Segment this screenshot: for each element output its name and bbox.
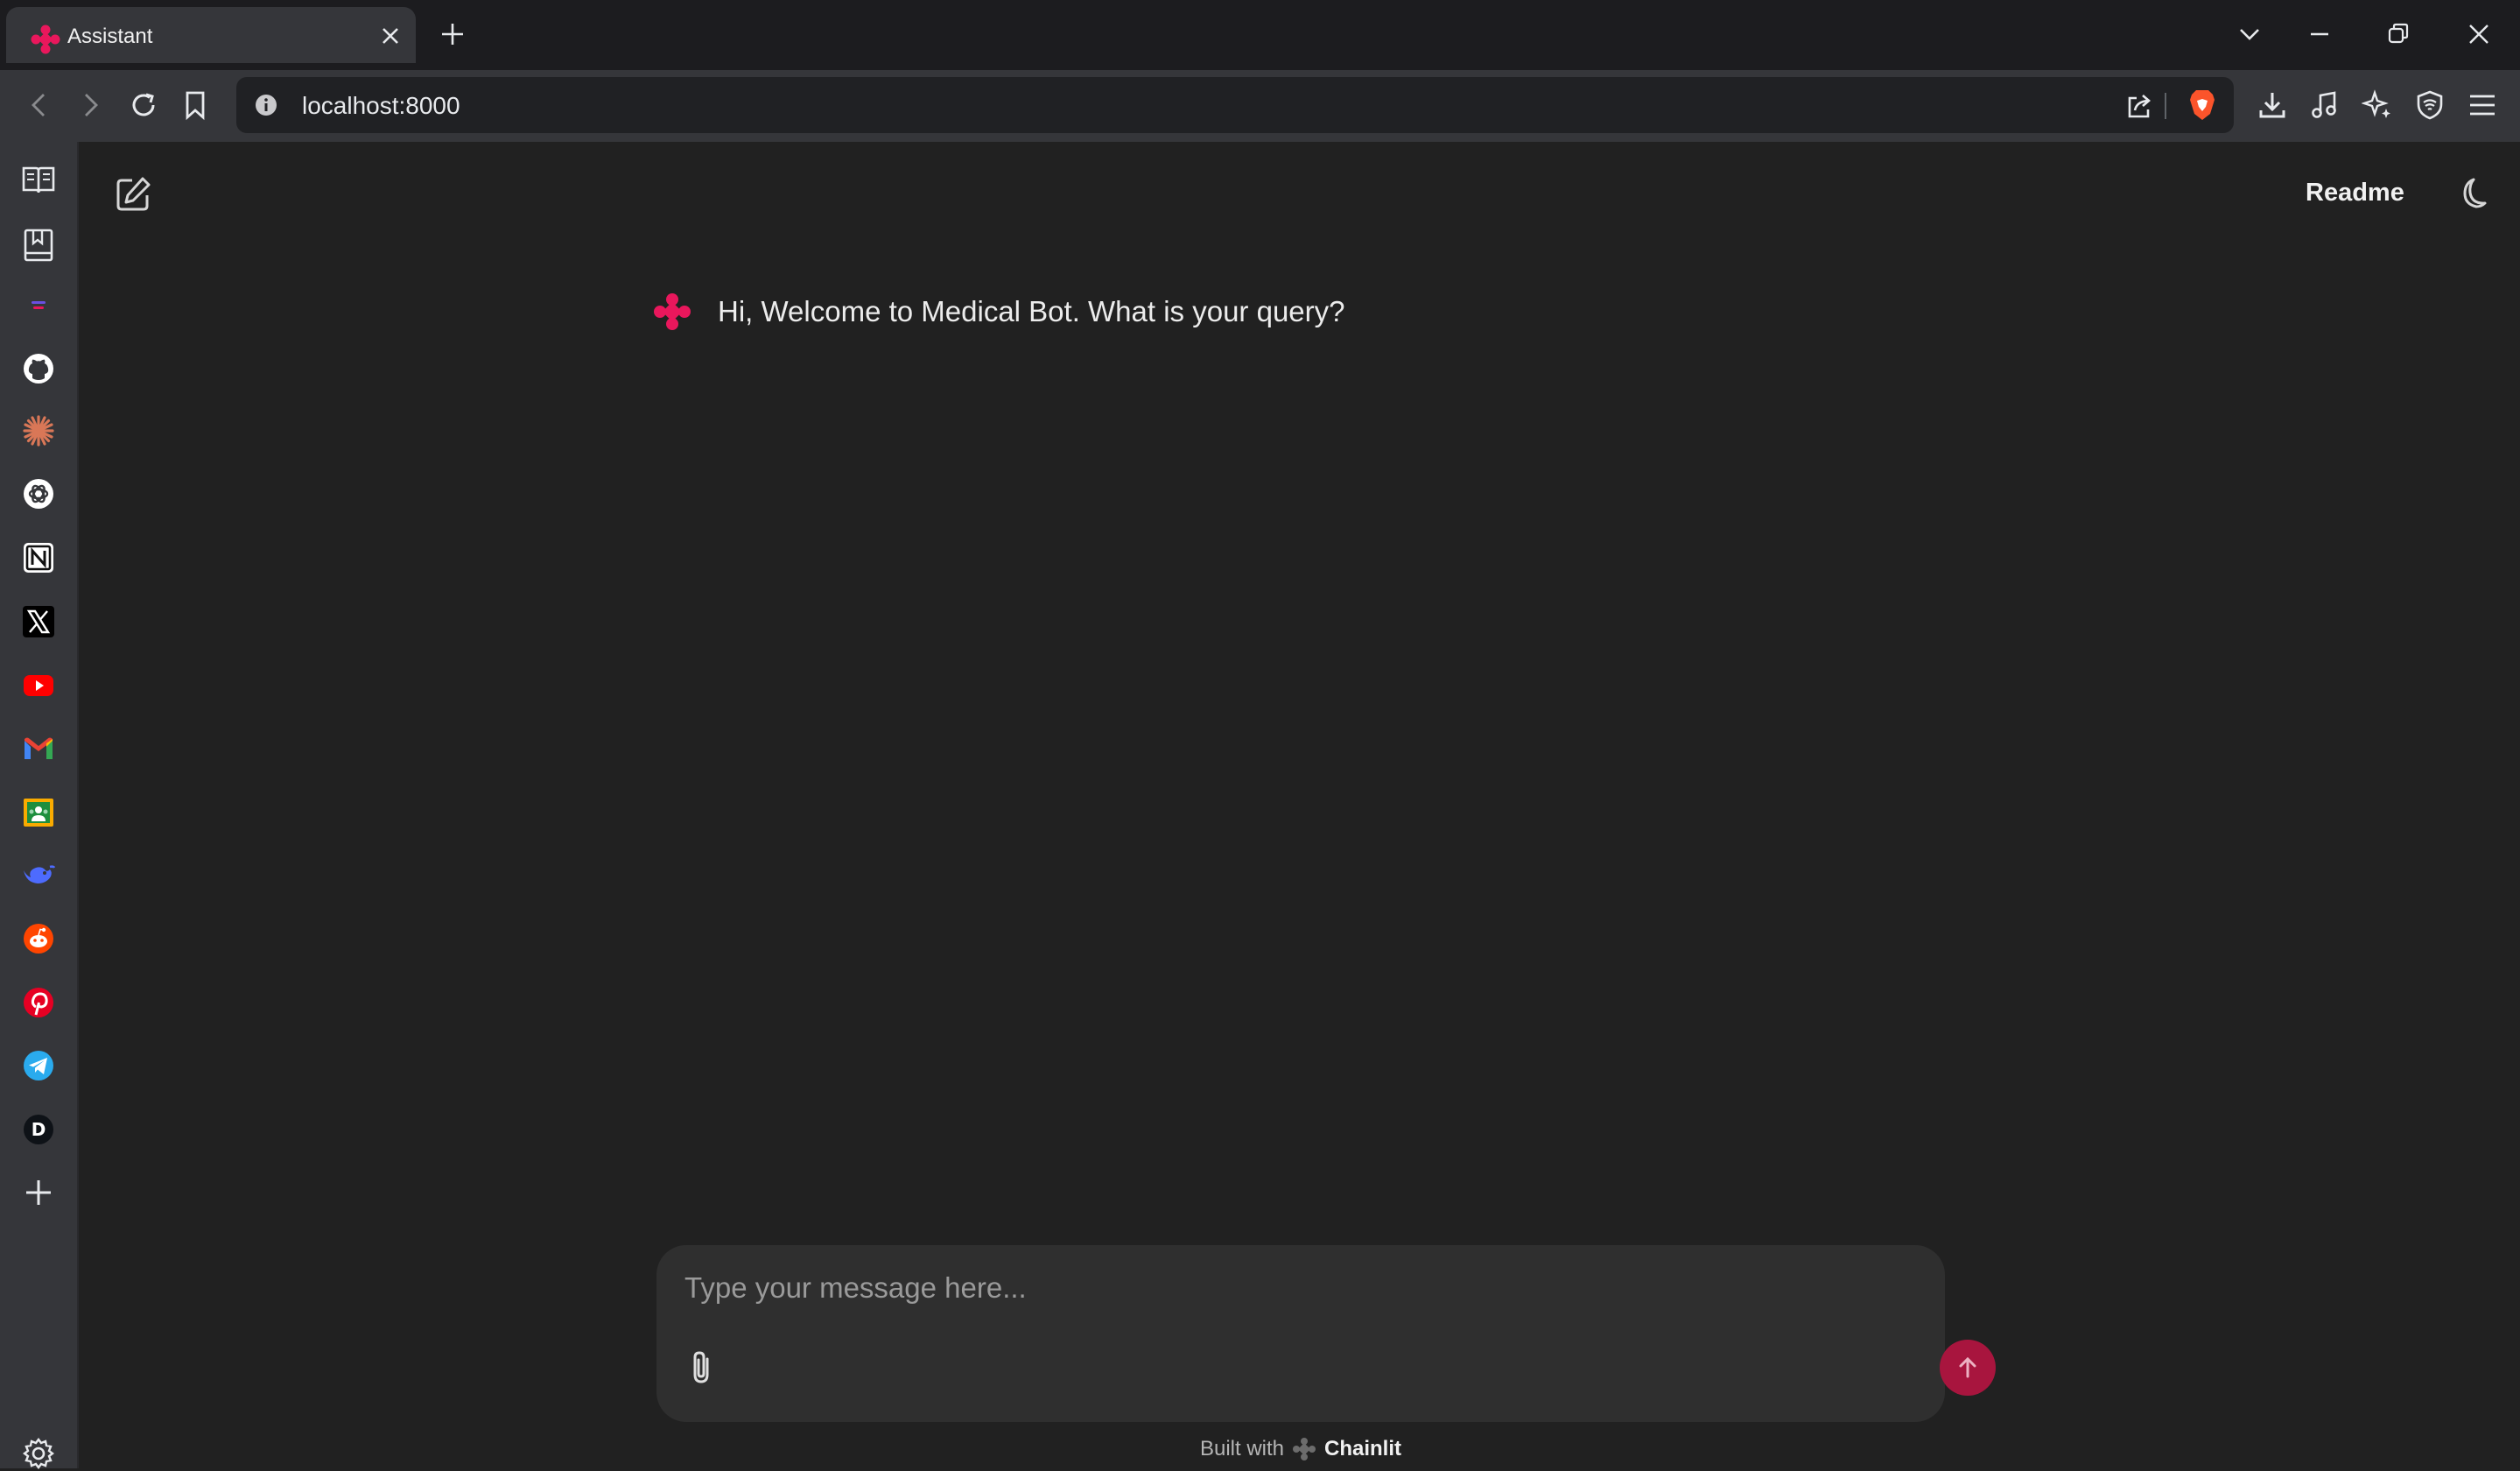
- vpn-shield-icon[interactable]: [2414, 89, 2446, 121]
- brave-shields-icon[interactable]: [2187, 88, 2218, 123]
- notion-icon[interactable]: [21, 540, 56, 575]
- dailydev-icon[interactable]: D: [21, 1112, 56, 1147]
- message-input[interactable]: [684, 1266, 1910, 1310]
- built-with-footer: Built with Chainlit: [656, 1436, 1945, 1462]
- google-classroom-icon[interactable]: [21, 795, 56, 830]
- tab-search-chevron-icon[interactable]: [2237, 21, 2262, 47]
- attach-file-icon[interactable]: [684, 1348, 719, 1387]
- gmail-icon[interactable]: [21, 731, 56, 766]
- claude-icon[interactable]: [21, 413, 56, 448]
- menu-icon[interactable]: [2467, 89, 2498, 121]
- arrow-up-icon: [1959, 1356, 1976, 1378]
- leo-ai-icon[interactable]: [2362, 89, 2393, 121]
- new-chat-icon[interactable]: [114, 175, 152, 214]
- telegram-icon[interactable]: [21, 1048, 56, 1083]
- x-icon[interactable]: [21, 604, 56, 639]
- back-icon[interactable]: [26, 89, 53, 121]
- browser-sidebar: D: [0, 142, 79, 1471]
- message-composer: [656, 1245, 1996, 1422]
- bookmark-icon[interactable]: [182, 89, 208, 121]
- github-icon[interactable]: [21, 351, 56, 386]
- restore-icon[interactable]: [2386, 21, 2411, 47]
- send-button[interactable]: [1940, 1340, 1996, 1396]
- moon-icon[interactable]: [2453, 175, 2489, 212]
- built-with-text: Built with: [1199, 1437, 1285, 1460]
- chainlit-logo-icon: [1291, 1436, 1317, 1462]
- reading-list-icon[interactable]: [21, 165, 56, 196]
- leo-icon[interactable]: [21, 298, 56, 315]
- close-window-icon[interactable]: [2467, 21, 2491, 47]
- browser-toolbar: localhost:8000: [0, 70, 2520, 142]
- new-tab-icon[interactable]: [439, 21, 466, 47]
- address-bar-separator: [2165, 93, 2166, 119]
- youtube-icon[interactable]: [21, 667, 56, 702]
- browser-tab[interactable]: Assistant: [6, 7, 416, 63]
- bookmarks-icon[interactable]: [21, 228, 56, 263]
- media-playlist-icon[interactable]: [2309, 89, 2341, 121]
- url-text: localhost:8000: [302, 92, 460, 119]
- minimize-icon[interactable]: [2307, 21, 2332, 47]
- chainlit-brand-link[interactable]: Chainlit: [1324, 1437, 1401, 1461]
- share-icon[interactable]: [2124, 91, 2154, 121]
- svg-text:D: D: [32, 1119, 46, 1140]
- close-tab-icon[interactable]: [381, 26, 400, 46]
- reload-icon[interactable]: [128, 89, 159, 121]
- readme-button[interactable]: Readme: [2306, 179, 2404, 208]
- chatgpt-icon[interactable]: [21, 476, 56, 511]
- downloads-icon[interactable]: [2257, 89, 2288, 121]
- assistant-avatar-icon: [653, 292, 691, 331]
- assistant-message: Hi, Welcome to Medical Bot. What is your…: [718, 295, 1345, 327]
- reddit-icon[interactable]: [21, 921, 56, 956]
- deepseek-icon[interactable]: [21, 858, 56, 893]
- address-bar[interactable]: localhost:8000: [236, 77, 2234, 133]
- browser-tab-strip: Assistant: [0, 0, 2520, 70]
- site-info-icon[interactable]: [254, 93, 278, 117]
- tab-title: Assistant: [67, 25, 153, 48]
- add-icon[interactable]: [21, 1175, 56, 1210]
- chainlit-favicon-icon: [31, 25, 60, 54]
- forward-icon[interactable]: [77, 89, 103, 121]
- chat-app: Readme Hi, Welcome to Medical Bot. What …: [81, 142, 2520, 1468]
- pinterest-icon[interactable]: [21, 985, 56, 1020]
- settings-icon[interactable]: [21, 1436, 56, 1471]
